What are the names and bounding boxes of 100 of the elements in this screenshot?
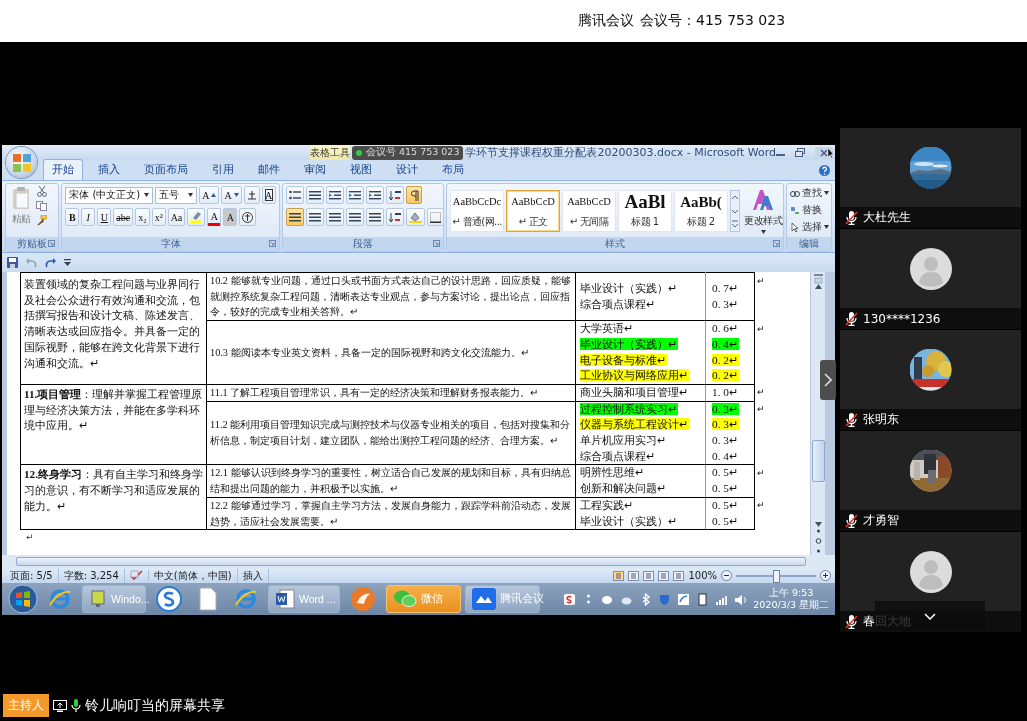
weight-value: 0. 5↵ <box>712 482 739 495</box>
bullets-button[interactable] <box>286 186 304 204</box>
print-layout-icon[interactable] <box>613 570 625 581</box>
zoom-in-icon[interactable] <box>820 570 831 581</box>
format-button[interactable]: x² <box>151 208 166 226</box>
scroll-up-icon[interactable] <box>814 284 822 289</box>
numbering-button[interactable] <box>306 186 324 204</box>
paragraph-mark: ↵ <box>26 532 34 543</box>
dialog-launcher-icon[interactable] <box>269 240 276 247</box>
zoom-out-icon[interactable] <box>721 570 732 581</box>
char-shading-button[interactable]: A <box>223 208 238 226</box>
line-spacing-button[interactable] <box>386 208 404 226</box>
highlight-button[interactable] <box>187 208 206 226</box>
change-styles-button[interactable]: 更改样式 <box>742 187 784 234</box>
increase-indent-button[interactable] <box>366 186 384 204</box>
shading-button[interactable] <box>406 208 425 226</box>
distribute-button[interactable] <box>366 208 384 226</box>
font-size-field[interactable]: 五号 <box>155 186 198 204</box>
screen-share-label: 铃儿响叮当的屏幕共享 <box>85 696 225 715</box>
draft-icon[interactable] <box>673 570 685 581</box>
enclose-char-button[interactable] <box>239 208 257 226</box>
vertical-scrollbar[interactable] <box>810 272 825 555</box>
outline-icon[interactable] <box>658 570 670 581</box>
language-status[interactable]: 中文(简体，中国) <box>148 568 238 583</box>
decrease-indent-icon <box>349 190 361 200</box>
font-color-button[interactable]: A <box>207 208 222 226</box>
scroll-down-icon[interactable] <box>814 522 822 527</box>
scrollbar-thumb[interactable] <box>16 557 806 566</box>
ribbon-tab[interactable]: 布局 <box>433 159 473 180</box>
save-icon[interactable] <box>7 257 18 268</box>
editing-button[interactable]: 查找 <box>790 186 829 200</box>
dialog-launcher-icon[interactable] <box>48 240 56 247</box>
dialog-launcher-icon[interactable] <box>433 240 440 247</box>
justify-button[interactable] <box>346 208 364 226</box>
pilcrow-icon <box>409 189 419 201</box>
scrollbar-thumb[interactable] <box>811 440 825 482</box>
course-name: 电子设备与标准↵ <box>580 353 667 366</box>
zoom-percent[interactable]: 100% <box>688 570 717 581</box>
format-button[interactable]: B <box>65 208 80 226</box>
editing-button[interactable]: 选择 <box>790 220 829 234</box>
font-name-field[interactable]: 宋体 (中文正文) <box>65 186 154 204</box>
input-method-icon[interactable] <box>563 592 577 606</box>
copy-icon[interactable] <box>36 201 47 211</box>
align-center-button[interactable] <box>306 208 324 226</box>
paste-button[interactable]: 粘贴 <box>9 186 33 235</box>
multilevel-list-button[interactable] <box>326 186 344 204</box>
chevron-right-icon[interactable] <box>824 373 832 387</box>
format-button[interactable]: abe <box>113 208 134 226</box>
format-button[interactable]: Aa <box>167 208 186 226</box>
cut-icon[interactable] <box>36 186 47 197</box>
align-left-button[interactable] <box>286 208 304 226</box>
chevron-down-icon[interactable] <box>924 612 936 620</box>
insert-mode-status[interactable]: 插入 <box>237 568 269 583</box>
ribbon-tab[interactable]: 插入 <box>89 159 129 180</box>
browse-object-icon[interactable] <box>814 527 822 555</box>
ribbon-tab[interactable]: 审阅 <box>295 159 335 180</box>
decrease-indent-button[interactable] <box>346 186 364 204</box>
ribbon-tab[interactable]: 开始 <box>43 159 83 180</box>
close-icon[interactable] <box>815 146 833 159</box>
ribbon-tab[interactable]: 引用 <box>203 159 243 180</box>
borders-button[interactable] <box>427 208 444 226</box>
ribbon-tab[interactable]: 页面布局 <box>135 159 197 180</box>
course-name: 创新和解决问题↵ <box>580 482 667 495</box>
format-button[interactable]: x₂ <box>135 208 150 226</box>
app-icon[interactable] <box>677 592 691 606</box>
sort-button[interactable] <box>386 186 404 204</box>
zoom-slider-thumb[interactable] <box>773 569 780 583</box>
editing-button[interactable]: 替换 <box>790 203 829 217</box>
align-right-button[interactable] <box>326 208 344 226</box>
web-layout-icon[interactable] <box>643 570 655 581</box>
gallery-scroll-icon[interactable] <box>730 189 740 232</box>
change-styles-label: 更改样式 <box>744 213 782 228</box>
dialog-launcher-icon[interactable] <box>773 240 780 247</box>
help-icon[interactable] <box>819 164 830 176</box>
style-gallery-item[interactable]: AaBbCcD ↵ 正文 <box>506 189 560 232</box>
volume-icon[interactable] <box>734 592 748 606</box>
ruler-toggle-icon[interactable] <box>813 272 823 284</box>
style-gallery-item[interactable]: AaBb( 标题 2 <box>674 189 728 232</box>
field-value: 宋体 (中文正文) <box>69 188 141 202</box>
style-gallery-item[interactable]: AaBl 标题 1 <box>618 189 672 232</box>
format-button[interactable]: I <box>81 208 96 226</box>
char-border-button[interactable]: A <box>261 186 276 204</box>
ribbon-tab[interactable]: 视图 <box>341 159 381 180</box>
ribbon-tab[interactable]: 邮件 <box>249 159 289 180</box>
customize-icon[interactable] <box>64 258 71 267</box>
expand-panel-button[interactable] <box>820 360 836 400</box>
full-screen-icon[interactable] <box>628 570 640 581</box>
style-gallery-item[interactable]: AaBbCcD ↵ 无间隔 <box>562 189 616 232</box>
weight-value: 0. 3↵ <box>712 402 739 415</box>
redo-icon[interactable] <box>45 257 56 268</box>
style-gallery-item[interactable]: AaBbCcDc ↵ 普通(网... <box>450 189 504 232</box>
grow-font-button[interactable]: A <box>199 186 220 204</box>
restore-icon[interactable] <box>795 146 805 159</box>
format-button[interactable]: U <box>97 208 112 226</box>
course-name: 明辨性思维↵ <box>580 466 645 479</box>
start-button-icon[interactable] <box>8 584 38 614</box>
shrink-font-button[interactable]: A <box>221 186 242 204</box>
pilcrow-button[interactable] <box>406 186 422 204</box>
format-painter-icon[interactable] <box>36 215 47 226</box>
ribbon-tab[interactable]: 设计 <box>387 159 427 180</box>
